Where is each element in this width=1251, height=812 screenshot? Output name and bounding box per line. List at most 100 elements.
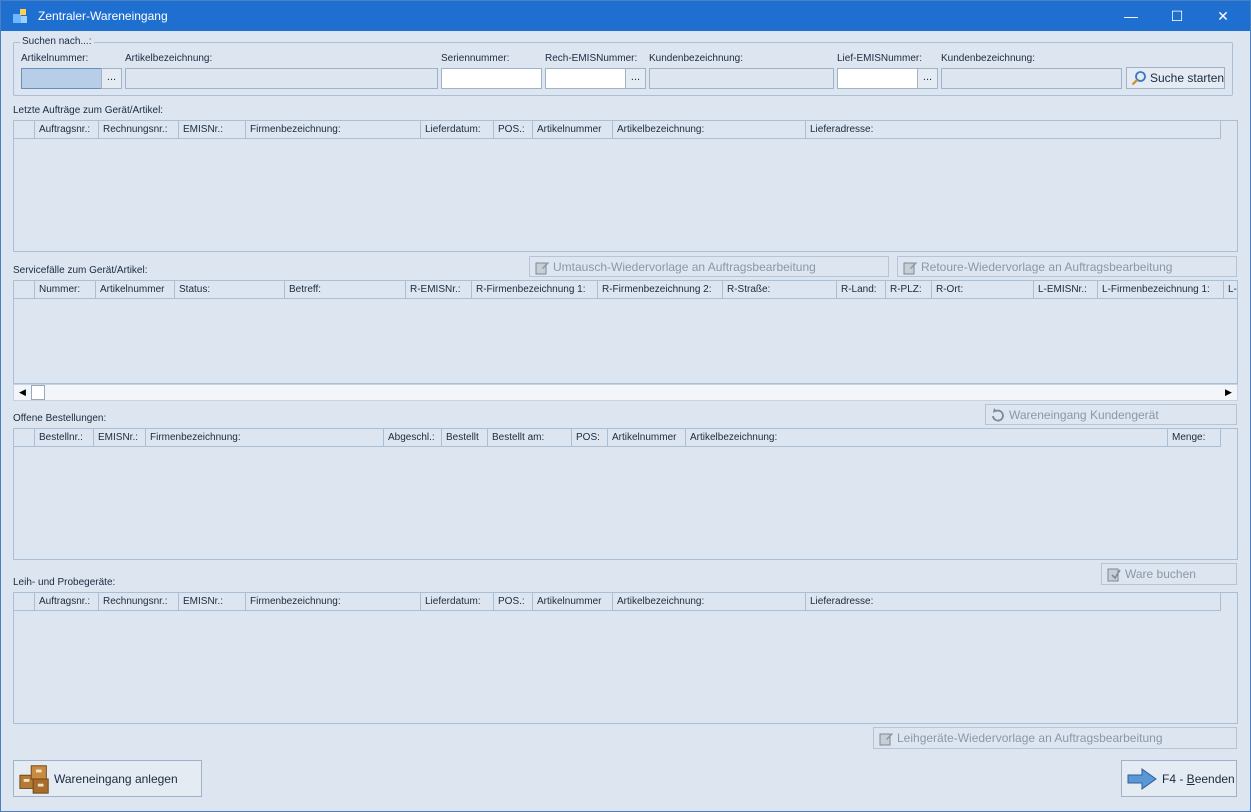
arrow-right-icon: [1127, 767, 1157, 790]
document-edit-icon: [903, 261, 917, 274]
offene-bestellungen-title: Offene Bestellungen:: [13, 413, 107, 424]
ware-buchen-button[interactable]: Ware buchen: [1101, 563, 1237, 585]
wareneingang-anlegen-button[interactable]: Wareneingang anlegen: [13, 760, 202, 797]
column-header[interactable]: POS.:: [494, 121, 533, 139]
seriennummer-input[interactable]: [441, 68, 542, 89]
artikelnummer-input[interactable]: [21, 68, 102, 89]
kundenbezeichnung-input-2[interactable]: [941, 68, 1122, 89]
column-header[interactable]: Artikelnummer: [608, 429, 686, 447]
scroll-left-icon[interactable]: ◀: [14, 385, 31, 400]
column-header[interactable]: L-Firmenbezeichnung 1:: [1098, 281, 1224, 299]
search-button[interactable]: Suche starten: [1126, 67, 1225, 89]
leihgeraete-wiedervorlage-button[interactable]: Leihgeräte-Wiedervorlage an Auftragsbear…: [873, 727, 1237, 749]
column-header[interactable]: L-EMISNr.:: [1034, 281, 1098, 299]
lief-emis-lookup-button[interactable]: ...: [917, 68, 938, 89]
column-header[interactable]: R-EMISNr.:: [406, 281, 472, 299]
column-header[interactable]: Abgeschl.:: [384, 429, 442, 447]
retoure-button-label: Retoure-Wiedervorlage an Auftragsbearbei…: [921, 259, 1173, 274]
scroll-thumb[interactable]: [31, 385, 45, 400]
column-header[interactable]: R-Land:: [837, 281, 886, 299]
kundenbezeichnung-label-2: Kundenbezeichnung:: [941, 53, 1035, 64]
minimize-button[interactable]: —: [1108, 1, 1154, 31]
leihgeraete-header: Auftragsnr.: Rechnungsnr.: EMISNr.: Firm…: [14, 593, 1221, 611]
column-header[interactable]: R-Straße:: [723, 281, 837, 299]
column-header[interactable]: Lieferadresse:: [806, 121, 1221, 139]
servicefaelle-title: Servicefälle zum Gerät/Artikel:: [13, 265, 148, 276]
servicefaelle-header: Nummer: Artikelnummer Status: Betreff: R…: [14, 281, 1237, 299]
refresh-icon: [992, 407, 1004, 421]
title-bar[interactable]: Zentraler-Wareneingang — ☐ ✕: [1, 1, 1250, 31]
kundenbezeichnung-label-1: Kundenbezeichnung:: [649, 53, 743, 64]
column-header[interactable]: Menge:: [1168, 429, 1221, 447]
letzte-auftraege-header: Auftragsnr.: Rechnungsnr.: EMISNr.: Firm…: [14, 121, 1221, 139]
rech-emis-lookup-button[interactable]: ...: [625, 68, 646, 89]
column-header[interactable]: Bestellt: [442, 429, 488, 447]
column-header[interactable]: R-Firmenbezeichnung 1:: [472, 281, 598, 299]
artikelbezeichnung-input[interactable]: [125, 68, 438, 89]
column-header[interactable]: Lieferadresse:: [806, 593, 1221, 611]
column-header[interactable]: Lieferdatum:: [421, 593, 494, 611]
kundenbezeichnung-input-1[interactable]: [649, 68, 834, 89]
letzte-auftraege-grid[interactable]: Auftragsnr.: Rechnungsnr.: EMISNr.: Firm…: [13, 120, 1238, 252]
retoure-wiedervorlage-button[interactable]: Retoure-Wiedervorlage an Auftragsbearbei…: [897, 256, 1237, 277]
beenden-button[interactable]: F4 - Beenden: [1121, 760, 1237, 797]
document-edit-icon: [879, 733, 893, 746]
wareneingang-kundengeraet-button[interactable]: Wareneingang Kundengerät: [985, 404, 1237, 425]
column-header[interactable]: R-Ort:: [932, 281, 1034, 299]
column-header[interactable]: [14, 429, 35, 447]
column-header[interactable]: Artikelbezeichnung:: [686, 429, 1168, 447]
beenden-rest: eenden: [1194, 771, 1235, 786]
column-header[interactable]: EMISNr.:: [179, 121, 246, 139]
boxes-icon: [19, 764, 49, 794]
artikelnummer-lookup-button[interactable]: ...: [101, 68, 122, 89]
column-header[interactable]: R-PLZ:: [886, 281, 932, 299]
search-button-label: Suche starten: [1150, 71, 1225, 85]
artikelnummer-label: Artikelnummer:: [21, 53, 89, 64]
leihgeraete-grid[interactable]: Auftragsnr.: Rechnungsnr.: EMISNr.: Firm…: [13, 592, 1238, 724]
column-header[interactable]: POS.:: [494, 593, 533, 611]
column-header[interactable]: Status:: [175, 281, 285, 299]
main-window: Zentraler-Wareneingang — ☐ ✕ Suchen nach…: [0, 0, 1251, 812]
column-header[interactable]: Artikelbezeichnung:: [613, 121, 806, 139]
column-header[interactable]: Bestellt am:: [488, 429, 572, 447]
document-edit-icon: [535, 261, 549, 274]
column-header[interactable]: Artikelnummer: [96, 281, 175, 299]
column-header[interactable]: EMISNr.:: [179, 593, 246, 611]
column-header[interactable]: [14, 281, 35, 299]
column-header[interactable]: Nummer:: [35, 281, 96, 299]
wareneingang-kundengeraet-label: Wareneingang Kundengerät: [1009, 407, 1159, 422]
column-header[interactable]: Artikelbezeichnung:: [613, 593, 806, 611]
column-header[interactable]: Rechnungsnr.:: [99, 121, 179, 139]
column-header[interactable]: POS:: [572, 429, 608, 447]
lief-emis-label: Lief-EMISNummer:: [837, 53, 923, 64]
maximize-button[interactable]: ☐: [1154, 1, 1200, 31]
rech-emis-label: Rech-EMISNummer:: [545, 53, 638, 64]
column-header[interactable]: Artikelnummer: [533, 593, 613, 611]
search-icon: [1131, 71, 1146, 86]
column-header[interactable]: Auftragsnr.:: [35, 121, 99, 139]
column-header[interactable]: L-: [1224, 281, 1237, 299]
scroll-right-icon[interactable]: ▶: [1220, 385, 1237, 400]
column-header[interactable]: EMISNr.:: [94, 429, 146, 447]
close-button[interactable]: ✕: [1200, 1, 1246, 31]
column-header[interactable]: Betreff:: [285, 281, 406, 299]
column-header[interactable]: Artikelnummer: [533, 121, 613, 139]
column-header[interactable]: Bestellnr.:: [35, 429, 94, 447]
umtausch-wiedervorlage-button[interactable]: Umtausch-Wiedervorlage an Auftragsbearbe…: [529, 256, 889, 277]
lief-emis-input[interactable]: [837, 68, 918, 89]
seriennummer-label: Seriennummer:: [441, 53, 510, 64]
column-header[interactable]: [14, 593, 35, 611]
column-header[interactable]: Auftragsnr.:: [35, 593, 99, 611]
column-header[interactable]: Lieferdatum:: [421, 121, 494, 139]
column-header[interactable]: Rechnungsnr.:: [99, 593, 179, 611]
column-header[interactable]: Firmenbezeichnung:: [146, 429, 384, 447]
column-header[interactable]: Firmenbezeichnung:: [246, 121, 421, 139]
column-header[interactable]: Firmenbezeichnung:: [246, 593, 421, 611]
rech-emis-input[interactable]: [545, 68, 626, 89]
beenden-hotkey: B: [1186, 771, 1195, 786]
offene-bestellungen-grid[interactable]: Bestellnr.: EMISNr.: Firmenbezeichnung: …: [13, 428, 1238, 560]
column-header[interactable]: R-Firmenbezeichnung 2:: [598, 281, 723, 299]
servicefaelle-grid[interactable]: Nummer: Artikelnummer Status: Betreff: R…: [13, 280, 1238, 384]
servicefaelle-horizontal-scrollbar[interactable]: ◀ ▶: [13, 384, 1238, 401]
column-header[interactable]: [14, 121, 35, 139]
